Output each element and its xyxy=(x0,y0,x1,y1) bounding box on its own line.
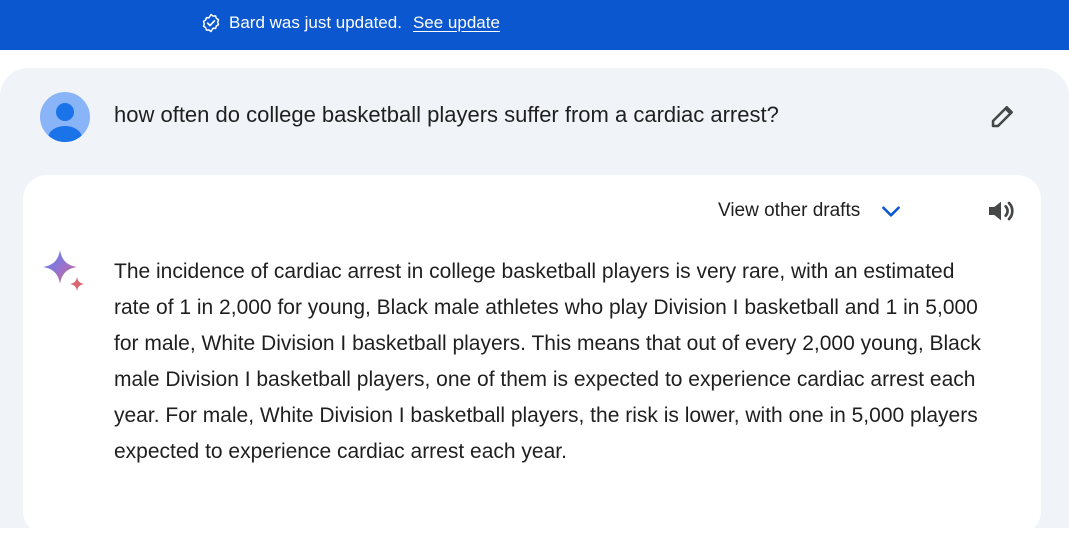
pencil-icon xyxy=(988,101,1018,131)
bard-sparkle-icon xyxy=(40,248,90,296)
response-text: The incidence of cardiac arrest in colle… xyxy=(114,260,981,463)
verified-check-icon xyxy=(201,13,221,33)
see-update-link[interactable]: See update xyxy=(413,13,500,33)
update-banner: Bard was just updated. See update xyxy=(0,0,1069,50)
listen-button[interactable] xyxy=(983,193,1019,229)
edit-prompt-button[interactable] xyxy=(986,99,1020,133)
banner-content: Bard was just updated. See update xyxy=(201,13,500,33)
user-avatar-icon xyxy=(40,92,90,142)
user-prompt: how often do college basketball players … xyxy=(114,102,779,127)
banner-message: Bard was just updated. xyxy=(229,13,402,32)
chevron-down-icon xyxy=(878,198,904,224)
drafts-label: View other drafts xyxy=(718,200,861,221)
view-other-drafts-button[interactable]: View other drafts xyxy=(718,196,904,226)
speaker-icon xyxy=(985,195,1017,227)
